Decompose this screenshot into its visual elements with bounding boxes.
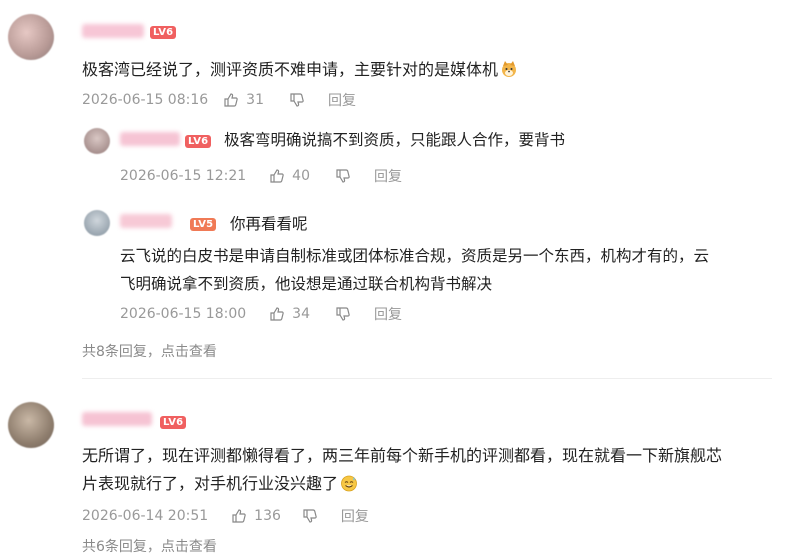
shiba-dog-emoji-icon — [500, 59, 518, 77]
timestamp: 2026-06-15 08:16 — [82, 92, 209, 108]
thumbs-down-icon[interactable] — [334, 167, 352, 185]
level-badge: LV6 — [185, 135, 212, 148]
comment-text: 极客湾已经说了，测评资质不难申请，主要针对的是媒体机 — [82, 56, 518, 84]
comment-text-line1: 无所谓了，现在评测都懒得看了，两三年前每个新手机的评测都看，现在就看一下新旗舰芯 — [82, 446, 723, 465]
timestamp: 2026-06-15 12:21 — [120, 168, 247, 184]
view-more-replies-link[interactable]: 共8条回复，点击查看 — [82, 341, 217, 361]
reply-text-line1: 你再看看呢 — [230, 215, 308, 233]
reply-meta: 2026-06-15 18:00 34 回复 — [120, 304, 402, 324]
thumbs-up-icon[interactable] — [268, 167, 286, 185]
thumbs-up-icon[interactable] — [230, 507, 248, 525]
reply-button[interactable]: 回复 — [374, 166, 402, 186]
comment-meta: 2026-06-15 08:16 31 回复 — [82, 90, 356, 110]
view-more-replies-link[interactable]: 共6条回复，点击查看 — [82, 536, 217, 556]
comment-meta: 2026-06-14 20:51 136 回复 — [82, 506, 369, 526]
thumbs-down-icon[interactable] — [301, 507, 319, 525]
reply-button[interactable]: 回复 — [341, 506, 369, 526]
like-count: 40 — [292, 168, 310, 184]
level-badge: LV6 — [160, 416, 187, 429]
avatar[interactable] — [8, 402, 54, 448]
reply-button[interactable]: 回复 — [374, 304, 402, 324]
level-badge: LV6 — [150, 26, 177, 39]
thumbs-up-icon[interactable] — [268, 305, 286, 323]
thumbs-down-icon[interactable] — [334, 305, 352, 323]
timestamp: 2026-06-15 18:00 — [120, 306, 247, 322]
avatar[interactable] — [84, 210, 110, 236]
sweat-smile-emoji-icon — [340, 473, 358, 492]
comment-text-content: 片表现就行了，对手机行业没兴趣了 — [82, 474, 339, 493]
avatar[interactable] — [84, 128, 110, 154]
reply-meta: 2026-06-15 12:21 40 回复 — [120, 166, 402, 186]
divider — [82, 378, 772, 379]
username[interactable] — [82, 412, 152, 426]
thumbs-up-icon[interactable] — [222, 91, 240, 109]
reply-text-line3: 飞明确说拿不到资质，他设想是通过联合机构背书解决 — [120, 275, 493, 293]
reply-text: 极客弯明确说搞不到资质，只能跟人合作，要背书 — [224, 131, 566, 149]
like-count: 31 — [246, 92, 264, 108]
like-count: 136 — [254, 508, 281, 524]
comment-text-line2: 片表现就行了，对手机行业没兴趣了 — [82, 470, 358, 498]
avatar[interactable] — [8, 14, 54, 60]
level-badge: LV5 — [190, 218, 217, 231]
thumbs-down-icon[interactable] — [288, 91, 306, 109]
username[interactable] — [120, 214, 172, 228]
username[interactable] — [120, 132, 180, 146]
timestamp: 2026-06-14 20:51 — [82, 508, 209, 524]
reply-text-line2: 云飞说的白皮书是申请自制标准或团体标准合规，资质是另一个东西，机构才有的，云 — [120, 247, 710, 265]
comment-text-content: 极客湾已经说了，测评资质不难申请，主要针对的是媒体机 — [82, 60, 499, 79]
username[interactable] — [82, 24, 144, 38]
like-count: 34 — [292, 306, 310, 322]
reply-button[interactable]: 回复 — [328, 90, 356, 110]
